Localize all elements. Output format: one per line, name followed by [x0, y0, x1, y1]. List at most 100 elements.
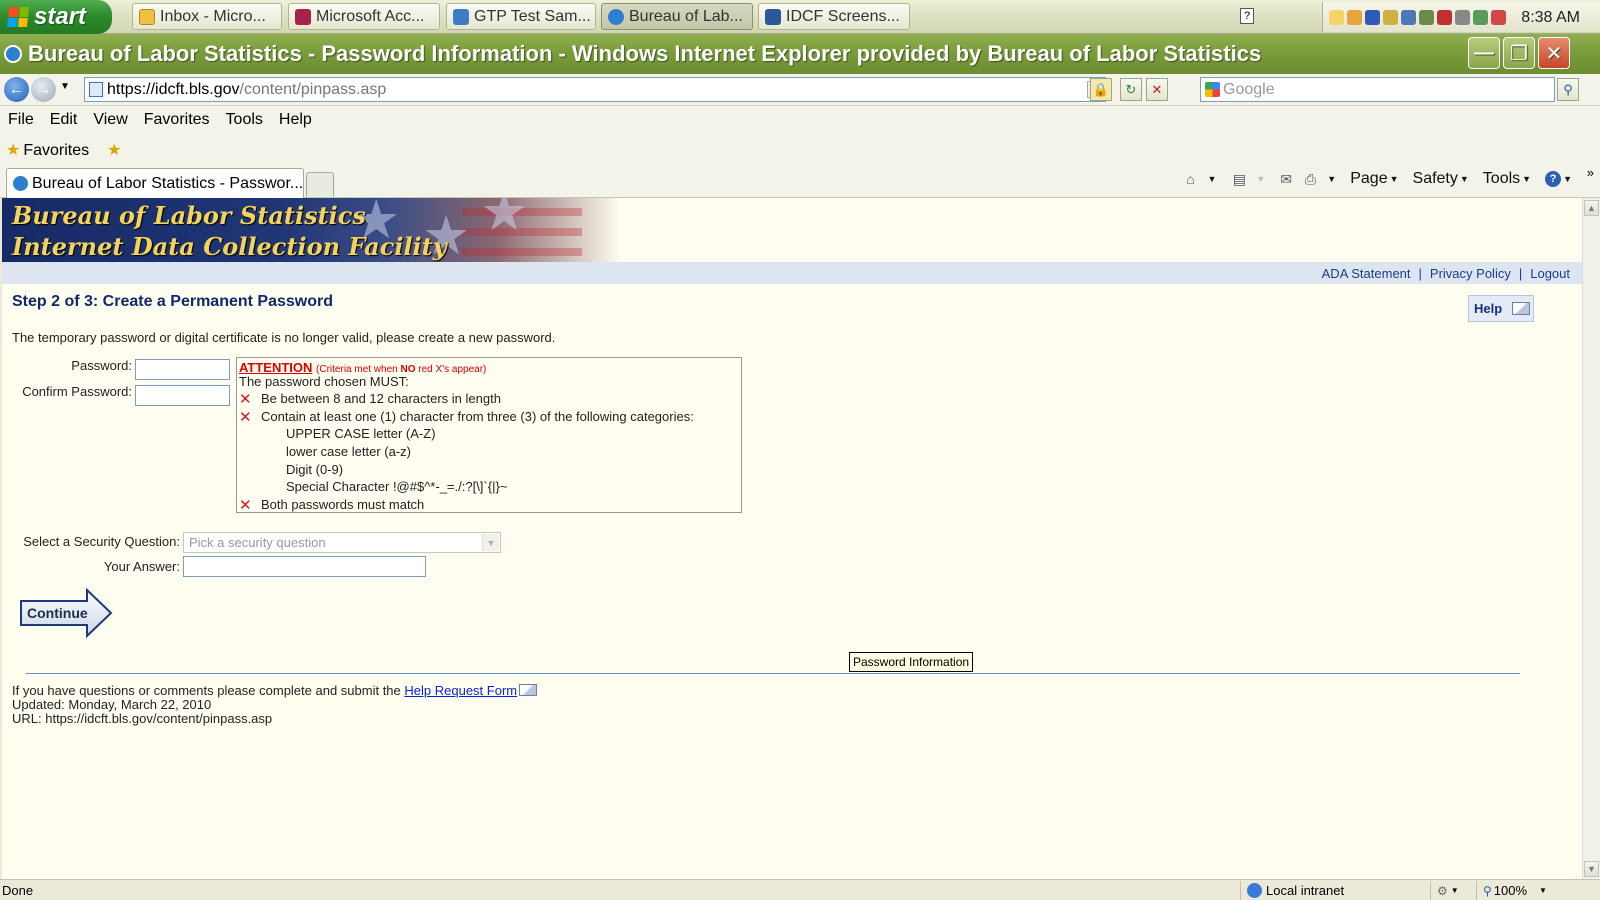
menu-view[interactable]: View — [93, 111, 127, 129]
answer-field[interactable] — [183, 556, 426, 577]
taskbar-item-label: Microsoft Acc... — [316, 7, 425, 25]
taskbar-item-idcf[interactable]: IDCF Screens... — [758, 3, 910, 30]
help-button[interactable]: Help — [1468, 295, 1534, 322]
chevron-down-icon: ▼ — [1450, 886, 1459, 895]
password-label: Password: — [71, 358, 132, 373]
safety-menu-label: Safety — [1412, 170, 1458, 187]
help-tray-icon[interactable]: ? — [1240, 8, 1254, 24]
chevron-down-icon: ▼ — [1563, 174, 1572, 184]
tab-bar: Bureau of Labor Statistics - Passwor... … — [0, 165, 1600, 198]
tools-menu[interactable]: Tools ▼ — [1483, 170, 1531, 188]
taskbar-item-label: Bureau of Lab... — [629, 7, 743, 25]
category-lower: lower case letter (a-z) — [286, 444, 411, 459]
envelope-icon — [1512, 302, 1531, 315]
print-icon[interactable]: ⎙ — [1301, 170, 1319, 188]
help-menu[interactable]: ? ▼ — [1545, 171, 1572, 187]
favorites-button[interactable]: ★ Favorites — [6, 140, 89, 160]
menu-favorites[interactable]: Favorites — [144, 111, 210, 129]
stop-icon[interactable]: ✕ — [1146, 78, 1168, 101]
back-button[interactable]: ← — [4, 77, 29, 102]
tab-title: Bureau of Labor Statistics - Passwor... — [32, 174, 304, 192]
read-mail-icon[interactable]: ✉ — [1277, 170, 1295, 188]
logout-link[interactable]: Logout — [1530, 266, 1570, 281]
chevron-more-icon[interactable]: » — [1587, 165, 1594, 180]
password-field[interactable] — [135, 359, 230, 380]
start-button[interactable]: start — [0, 0, 112, 34]
privacy-policy-link[interactable]: Privacy Policy — [1430, 266, 1511, 281]
lock-icon[interactable]: 🔒 — [1090, 78, 1112, 101]
monitor-tray-icon[interactable] — [1401, 9, 1416, 25]
alert-tray-icon[interactable] — [1437, 9, 1452, 25]
access-icon — [295, 8, 311, 25]
ada-statement-link[interactable]: ADA Statement — [1322, 266, 1411, 281]
mail-tray-icon[interactable] — [1329, 9, 1344, 25]
menu-tools[interactable]: Tools — [226, 111, 263, 129]
feeds-icon[interactable]: ▤ — [1230, 170, 1248, 188]
page-menu[interactable]: Page ▼ — [1350, 170, 1398, 188]
feeds-dropdown-icon[interactable]: ▼ — [1256, 174, 1265, 184]
home-icon[interactable]: ⌂ — [1181, 170, 1199, 188]
history-dropdown-icon[interactable]: ▼ — [60, 81, 70, 92]
divider — [26, 673, 1520, 674]
word-icon — [765, 8, 781, 25]
print-dropdown-icon[interactable]: ▼ — [1327, 174, 1336, 184]
outlook-tray-icon[interactable] — [1347, 9, 1362, 25]
network-tray-icon[interactable] — [1419, 9, 1434, 25]
minimize-button[interactable]: — — [1468, 37, 1500, 69]
forward-button[interactable]: → — [31, 77, 56, 102]
taskbar-item-access[interactable]: Microsoft Acc... — [288, 3, 440, 30]
url-host: https://idcft.bls.gov — [107, 80, 240, 98]
footer-questions: If you have questions or comments please… — [12, 683, 538, 698]
taskbar-item-gtp[interactable]: GTP Test Sam... — [446, 3, 596, 30]
link-separator: | — [1518, 265, 1523, 281]
red-x-icon: ✕ — [239, 408, 252, 426]
restore-button[interactable]: ❐ — [1503, 37, 1535, 69]
password-criteria-box: ATTENTION (Criteria met when NO red X's … — [236, 357, 742, 514]
shield-tray-icon[interactable] — [1365, 9, 1380, 25]
taskbar-item-label: Inbox - Micro... — [160, 7, 266, 25]
taskbar-item-inbox[interactable]: Inbox - Micro... — [132, 3, 282, 30]
close-window-button[interactable]: ✕ — [1538, 37, 1570, 69]
search-input[interactable]: Google — [1200, 77, 1555, 102]
security-zone[interactable]: Local intranet — [1240, 881, 1400, 900]
menu-edit[interactable]: Edit — [50, 111, 78, 129]
security-question-select[interactable]: Pick a security question ▼ — [183, 532, 501, 553]
confirm-password-field[interactable] — [135, 385, 230, 406]
help-request-form-link[interactable]: Help Request Form — [404, 683, 517, 698]
speaker-tray-icon[interactable] — [1455, 9, 1470, 25]
menu-help[interactable]: Help — [279, 111, 312, 129]
favorites-label: Favorites — [23, 141, 90, 159]
scroll-down-icon[interactable]: ▼ — [1584, 861, 1599, 877]
users-tray-icon[interactable] — [1491, 9, 1506, 25]
zoom-control[interactable]: ⚲ 100% ▼ — [1476, 881, 1582, 900]
safety-menu[interactable]: Safety ▼ — [1413, 170, 1469, 188]
page-menu-label: Page — [1350, 170, 1388, 187]
search-button[interactable]: ⚲ — [1557, 78, 1579, 101]
sync-tray-icon[interactable] — [1473, 9, 1488, 25]
vertical-scrollbar[interactable]: ▲ ▼ — [1582, 198, 1600, 879]
search-placeholder: Google — [1223, 80, 1275, 98]
page-title: Step 2 of 3: Create a Permanent Password — [12, 293, 333, 310]
url-input[interactable]: https://idcft.bls.gov/content/pinpass.as… — [84, 77, 1106, 102]
category-digit: Digit (0-9) — [286, 462, 344, 477]
add-favorite-icon[interactable]: ★ — [107, 140, 121, 160]
protected-mode[interactable]: ⚙ ▼ — [1430, 881, 1474, 900]
page-icon — [89, 82, 103, 97]
scroll-up-icon[interactable]: ▲ — [1584, 200, 1599, 216]
site-banner: ★ ★ ★ Bureau of Labor Statistics Interne… — [2, 198, 1582, 266]
tab-bls[interactable]: Bureau of Labor Statistics - Passwor... — [6, 168, 304, 198]
key-tray-icon[interactable] — [1383, 9, 1398, 25]
home-dropdown-icon[interactable]: ▼ — [1207, 174, 1216, 184]
continue-button[interactable]: Continue — [19, 588, 113, 638]
top-links-bar: ADA Statement | Privacy Policy | Logout — [2, 262, 1582, 284]
taskbar-item-bls[interactable]: Bureau of Lab... — [601, 3, 753, 30]
security-question-label: Select a Security Question: — [23, 534, 180, 549]
menu-file[interactable]: File — [8, 111, 34, 129]
address-bar: ← → ▼ https://idcft.bls.gov/content/pinp… — [0, 74, 1600, 106]
zone-label: Local intranet — [1266, 883, 1345, 898]
new-tab-button[interactable] — [306, 172, 334, 197]
refresh-icon[interactable]: ↻ — [1120, 78, 1142, 101]
zoom-icon: ⚲ — [1483, 883, 1492, 898]
status-text: Done — [2, 883, 34, 898]
chevron-down-icon: ▼ — [1522, 174, 1532, 184]
